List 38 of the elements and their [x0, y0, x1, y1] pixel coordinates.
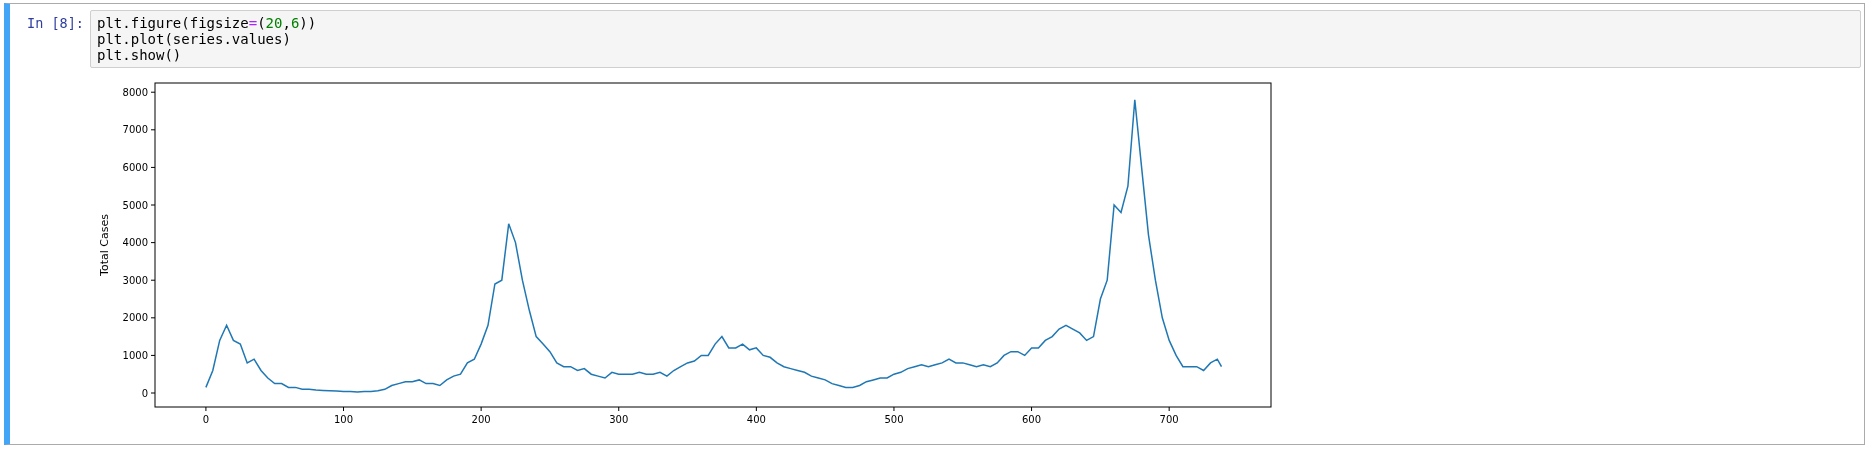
tick-mark: [343, 406, 344, 412]
tick-mark: [150, 166, 156, 168]
tick-mark: [150, 91, 156, 93]
tick-label: 600: [1022, 414, 1042, 425]
tick-label: 1000: [122, 349, 148, 361]
tick-label: 2000: [122, 312, 148, 324]
tick-label: 3000: [122, 274, 148, 286]
tick-label: 200: [471, 414, 491, 425]
tick-label: 400: [746, 414, 766, 425]
tick-mark: [150, 204, 156, 206]
tick-mark: [1031, 406, 1033, 412]
tick-mark: [893, 406, 895, 412]
tick-label: 700: [1159, 414, 1179, 425]
tick-mark: [480, 406, 482, 412]
tick-label: 5000: [122, 199, 148, 211]
tick-label: 300: [609, 414, 629, 425]
tick-mark: [205, 406, 207, 412]
tick-label: 500: [884, 414, 904, 425]
tick-mark: [1168, 406, 1170, 412]
axis-label: Total Cases: [98, 214, 111, 276]
tick-label: 0: [141, 387, 148, 399]
tick-mark: [150, 354, 156, 356]
tick-label: 100: [334, 414, 354, 425]
tick-label: 6000: [122, 161, 148, 173]
tick-label: 4000: [122, 237, 148, 249]
tick-mark: [755, 406, 757, 412]
tick-mark: [150, 279, 156, 281]
tick-label: 7000: [122, 124, 148, 136]
notebook-cell[interactable]: In [8]: plt.figure(figsize=(20,6)) plt.plot(series.values) plt.show() 0 100 200 300 400 500 600 700 0 1000 2000 3000 4000 5000 6000 7000 8000 Total Cases: [4, 3, 1865, 445]
code-input[interactable]: plt.figure(figsize=(20,6)) plt.plot(series.values) plt.show(): [90, 10, 1861, 68]
tick-label: 0: [202, 414, 210, 425]
tick-mark: [618, 406, 620, 412]
cell-prompt: In [8]:: [26, 14, 85, 30]
tick-mark: [150, 129, 156, 131]
tick-label: 8000: [122, 86, 148, 98]
tick-mark: [150, 242, 156, 244]
tick-mark: [150, 317, 156, 319]
tick-mark: [150, 392, 156, 394]
